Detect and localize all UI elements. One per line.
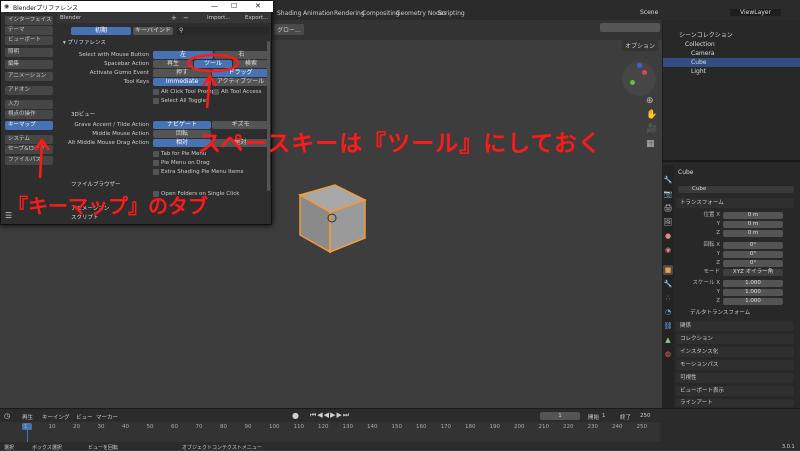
spacebar-highlight-circle xyxy=(186,53,240,73)
keymap-annotation-text: 『キーマップ』のタブ xyxy=(8,194,208,218)
annotation-overlay xyxy=(33,53,240,179)
spacebar-arrow-line xyxy=(205,77,212,109)
spacebar-annotation-text: スペースキーは『ツール』にしておく xyxy=(198,131,602,157)
keymap-arrow-line xyxy=(38,141,44,179)
